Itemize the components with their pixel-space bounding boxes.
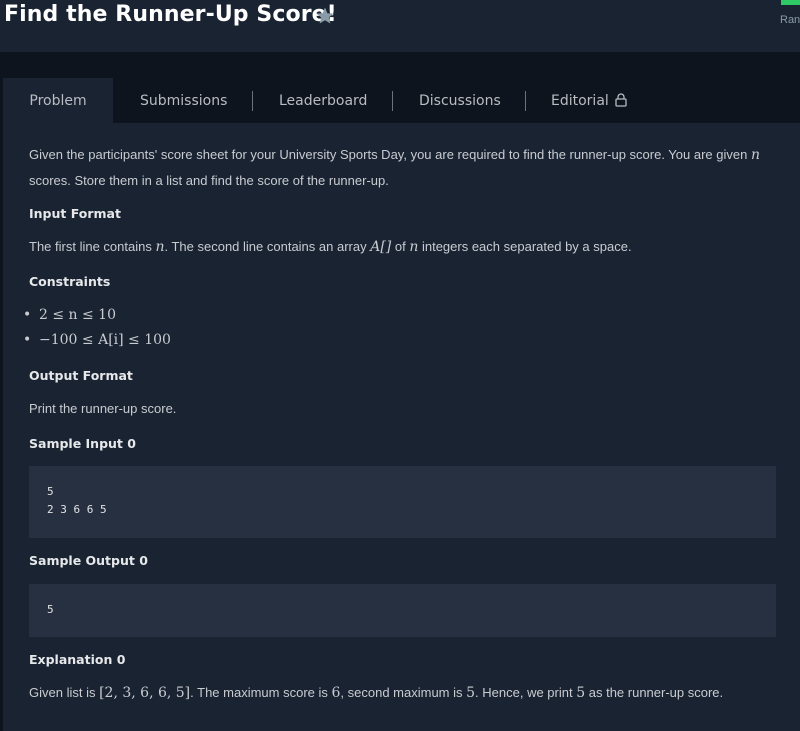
math-value: 5 (466, 685, 476, 701)
text-segment: Given list is (29, 685, 100, 700)
constraints-heading: Constraints (29, 274, 111, 289)
tab-editorial[interactable]: Editorial (551, 78, 627, 123)
text-segment: as the runner-up score. (585, 685, 724, 700)
intro-text: Given the participants' score sheet for … (29, 147, 751, 162)
sample-input-heading: Sample Input 0 (29, 436, 136, 451)
rank-label: Ran (780, 14, 800, 26)
math-n: n (409, 239, 419, 255)
math-value: 5 (576, 685, 586, 701)
sample-output-heading: Sample Output 0 (29, 553, 148, 568)
star-icon[interactable] (315, 6, 335, 26)
input-format-heading: Input Format (29, 206, 121, 221)
sample-input-box: 5 2 3 6 6 5 (29, 466, 776, 538)
explanation-heading: Explanation 0 (29, 652, 126, 667)
constraint-item: 2 ≤ n ≤ 10 (21, 303, 171, 328)
text-segment: . The second line contains an array (164, 239, 371, 254)
text-segment: . Hence, we print (475, 685, 577, 700)
constraint-item: −100 ≤ A[i] ≤ 100 (21, 328, 171, 353)
input-format-text: The first line contains n . The second li… (29, 234, 632, 260)
code-line: 5 (47, 485, 54, 498)
page-title: Find the Runner-Up Score! (4, 2, 337, 27)
tab-divider (525, 91, 526, 111)
text-segment: , second maximum is (340, 685, 467, 700)
text-segment: integers each separated by a space. (418, 239, 632, 254)
problem-panel: Problem Submissions Leaderboard Discussi… (3, 78, 800, 731)
intro-paragraph: Given the participants' score sheet for … (29, 142, 779, 194)
text-segment: of (391, 239, 410, 254)
code-line: 5 (47, 603, 54, 616)
rank-progress-bar (781, 0, 800, 5)
output-format-text: Print the runner-up score. (29, 401, 177, 416)
sample-output-box: 5 (29, 584, 776, 637)
explanation-text: Given list is [2, 3, 6, 6, 5]. The maxim… (29, 680, 723, 706)
intro-text-2: scores. Store them in a list and find th… (29, 173, 389, 188)
math-list: [2, 3, 6, 6, 5] (99, 685, 191, 701)
text-segment: The first line contains (29, 239, 156, 254)
output-format-heading: Output Format (29, 368, 133, 383)
lock-icon (615, 93, 627, 107)
math-array: A[] (370, 239, 392, 255)
text-segment: . The maximum score is (190, 685, 332, 700)
constraints-list: 2 ≤ n ≤ 10 −100 ≤ A[i] ≤ 100 (21, 303, 171, 353)
header-bar: Find the Runner-Up Score! Ran (0, 0, 800, 52)
tab-bar: Problem Submissions Leaderboard Discussi… (3, 78, 800, 123)
tab-leaderboard[interactable]: Leaderboard (279, 78, 367, 123)
tab-submissions[interactable]: Submissions (140, 78, 227, 123)
tab-divider (252, 91, 253, 111)
code-line: 2 3 6 6 5 (47, 503, 107, 516)
tab-problem[interactable]: Problem (3, 78, 113, 123)
tab-discussions[interactable]: Discussions (419, 78, 501, 123)
math-n: n (750, 147, 760, 163)
tab-editorial-label: Editorial (551, 93, 609, 109)
tab-divider (392, 91, 393, 111)
